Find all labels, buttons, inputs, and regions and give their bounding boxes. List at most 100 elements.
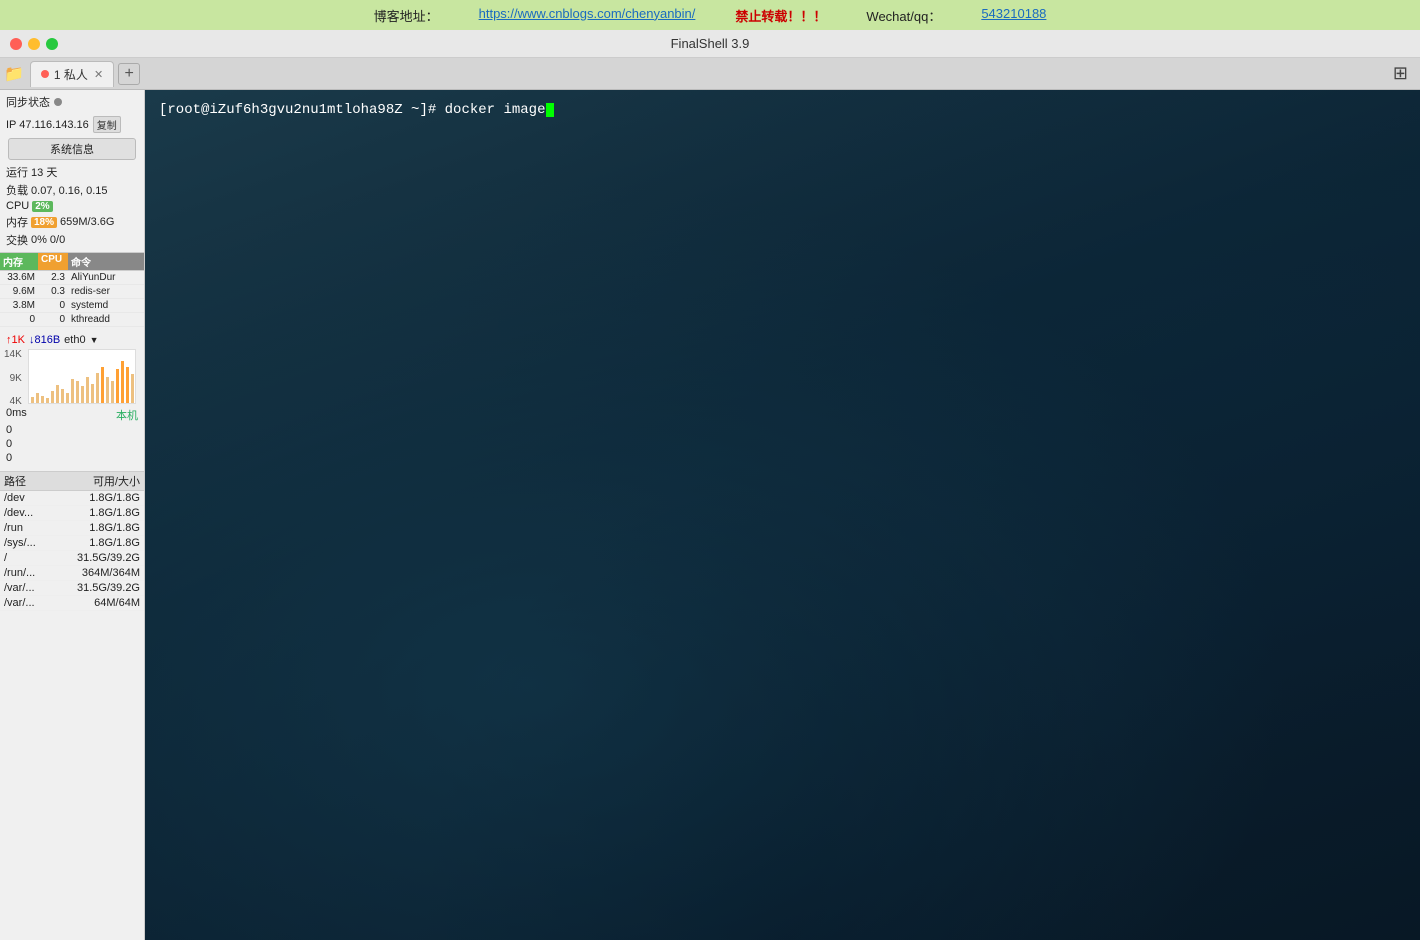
- disk-avail: 1.8G/1.8G: [75, 522, 140, 534]
- disk-avail: 364M/364M: [75, 567, 140, 579]
- terminal-prompt-line: [root@iZuf6h3gvu2nu1mtloha98Z ~]# docker…: [159, 102, 1406, 118]
- disk-header: 路径 可用/大小: [0, 472, 144, 491]
- net-y-mid: 9K: [4, 373, 22, 384]
- prompt-space: [436, 102, 444, 118]
- banner-url[interactable]: https://www.cnblogs.com/chenyanbin/: [479, 6, 696, 25]
- process-row: 9.6M 0.3 redis-ser: [0, 285, 144, 299]
- main-layout: 同步状态 IP 47.116.143.16 复制 系统信息 运行 13 天 负载…: [0, 90, 1420, 940]
- window-controls: [10, 38, 58, 50]
- disk-path: /run/...: [4, 567, 75, 579]
- prompt-text: [root@iZuf6h3gvu2nu1mtloha98Z ~]#: [159, 102, 436, 118]
- disk-avail: 1.8G/1.8G: [75, 507, 140, 519]
- proc-mem: 33.6M: [0, 272, 38, 283]
- banner-wechat-label: Wechat/qq：: [866, 6, 941, 25]
- swap-percent: 0%: [31, 234, 47, 246]
- mem-row: 内存 18% 659M/3.6G: [0, 213, 144, 231]
- load-label: 负载 0.07, 0.16, 0.15: [6, 182, 108, 198]
- swap-value: 0/0: [50, 234, 65, 246]
- sync-status-row: 同步状态: [0, 90, 144, 114]
- proc-header-cmd[interactable]: 命令: [68, 253, 144, 270]
- disk-row: /dev... 1.8G/1.8G: [0, 506, 144, 521]
- load-row: 负载 0.07, 0.16, 0.15: [0, 181, 144, 199]
- grid-layout-icon[interactable]: ⊞: [1393, 63, 1416, 84]
- net-y-min: 4K: [4, 396, 22, 407]
- app-title: FinalShell 3.9: [671, 36, 750, 51]
- banner-warn: 禁止转载！！！: [735, 6, 826, 25]
- sysinfo-button[interactable]: 系统信息: [8, 138, 136, 160]
- process-row: 33.6M 2.3 AliYunDur: [0, 271, 144, 285]
- disk-path: /dev...: [4, 507, 75, 519]
- process-row: 3.8M 0 systemd: [0, 299, 144, 313]
- tab-private[interactable]: 1 私人 ✕: [30, 61, 114, 87]
- add-tab-button[interactable]: +: [118, 63, 140, 85]
- disk-path: /sys/...: [4, 537, 75, 549]
- ip-row: IP 47.116.143.16 复制: [0, 114, 144, 135]
- disk-section: 路径 可用/大小 /dev 1.8G/1.8G /dev... 1.8G/1.8…: [0, 471, 144, 611]
- tab-close-icon[interactable]: ✕: [94, 68, 103, 81]
- process-row: 0 0 kthreadd: [0, 313, 144, 327]
- cpu-badge: 2%: [32, 201, 52, 212]
- minimize-button[interactable]: [28, 38, 40, 50]
- net-iface[interactable]: eth0: [64, 334, 85, 346]
- net-graph: [28, 349, 136, 404]
- network-row: ↑1K ↓816B eth0 ▼: [0, 331, 144, 349]
- proc-cpu: 2.3: [38, 272, 68, 283]
- ip-label: IP 47.116.143.16: [6, 119, 89, 131]
- net-upload: ↑1K: [6, 334, 25, 346]
- disk-path: /var/...: [4, 597, 75, 609]
- sync-label: 同步状态: [6, 94, 50, 110]
- folder-icon[interactable]: 📁: [4, 64, 24, 84]
- proc-header-mem[interactable]: 内存: [0, 253, 38, 270]
- proc-mem: 0: [0, 314, 38, 325]
- net-graph-container: 14K 9K 4K: [0, 349, 144, 407]
- close-button[interactable]: [10, 38, 22, 50]
- ping-val-2: 0: [0, 437, 144, 451]
- title-bar: FinalShell 3.9: [0, 30, 1420, 58]
- status-dot: [54, 98, 62, 106]
- proc-cmd: kthreadd: [68, 314, 144, 325]
- disk-row: /dev 1.8G/1.8G: [0, 491, 144, 506]
- swap-row: 交换 0% 0/0: [0, 231, 144, 249]
- ping-val-3: 0: [0, 451, 144, 465]
- sidebar: 同步状态 IP 47.116.143.16 复制 系统信息 运行 13 天 负载…: [0, 90, 145, 940]
- uptime-row: 运行 13 天: [0, 163, 144, 181]
- maximize-button[interactable]: [46, 38, 58, 50]
- disk-row: / 31.5G/39.2G: [0, 551, 144, 566]
- cpu-row: CPU 2%: [0, 199, 144, 213]
- proc-cpu: 0: [38, 314, 68, 325]
- swap-label: 交换: [6, 232, 28, 248]
- disk-avail: 64M/64M: [75, 597, 140, 609]
- disk-row: /var/... 31.5G/39.2G: [0, 581, 144, 596]
- latency-value: 0ms: [6, 407, 27, 423]
- banner-prefix: 博客地址：: [374, 6, 439, 25]
- copy-ip-button[interactable]: 复制: [93, 116, 121, 133]
- proc-header-cpu[interactable]: CPU: [38, 253, 68, 270]
- disk-header-path: 路径: [4, 473, 75, 489]
- disk-avail: 31.5G/39.2G: [75, 552, 140, 564]
- proc-mem: 9.6M: [0, 286, 38, 297]
- proc-cpu: 0.3: [38, 286, 68, 297]
- proc-mem: 3.8M: [0, 300, 38, 311]
- terminal-cursor: [546, 103, 554, 117]
- ping-val-1: 0: [0, 423, 144, 437]
- uptime-label: 运行 13 天: [6, 164, 57, 180]
- process-list: 33.6M 2.3 AliYunDur 9.6M 0.3 redis-ser 3…: [0, 271, 144, 327]
- terminal-command: docker image: [445, 102, 546, 118]
- terminal-content: [root@iZuf6h3gvu2nu1mtloha98Z ~]# docker…: [145, 90, 1420, 940]
- latency-right: 本机: [116, 407, 138, 423]
- disk-path: /var/...: [4, 582, 75, 594]
- disk-path: /run: [4, 522, 75, 534]
- net-y-max: 14K: [4, 349, 22, 360]
- tab-bar: 📁 1 私人 ✕ + ⊞: [0, 58, 1420, 90]
- process-table-header: 内存 CPU 命令: [0, 252, 144, 271]
- disk-avail: 1.8G/1.8G: [75, 537, 140, 549]
- net-dropdown-icon[interactable]: ▼: [90, 335, 99, 345]
- mem-value: 659M/3.6G: [60, 216, 114, 228]
- disk-avail: 31.5G/39.2G: [75, 582, 140, 594]
- proc-cmd: redis-ser: [68, 286, 144, 297]
- disk-path: /dev: [4, 492, 75, 504]
- disk-row: /sys/... 1.8G/1.8G: [0, 536, 144, 551]
- proc-cpu: 0: [38, 300, 68, 311]
- disk-path: /: [4, 552, 75, 564]
- terminal[interactable]: [root@iZuf6h3gvu2nu1mtloha98Z ~]# docker…: [145, 90, 1420, 940]
